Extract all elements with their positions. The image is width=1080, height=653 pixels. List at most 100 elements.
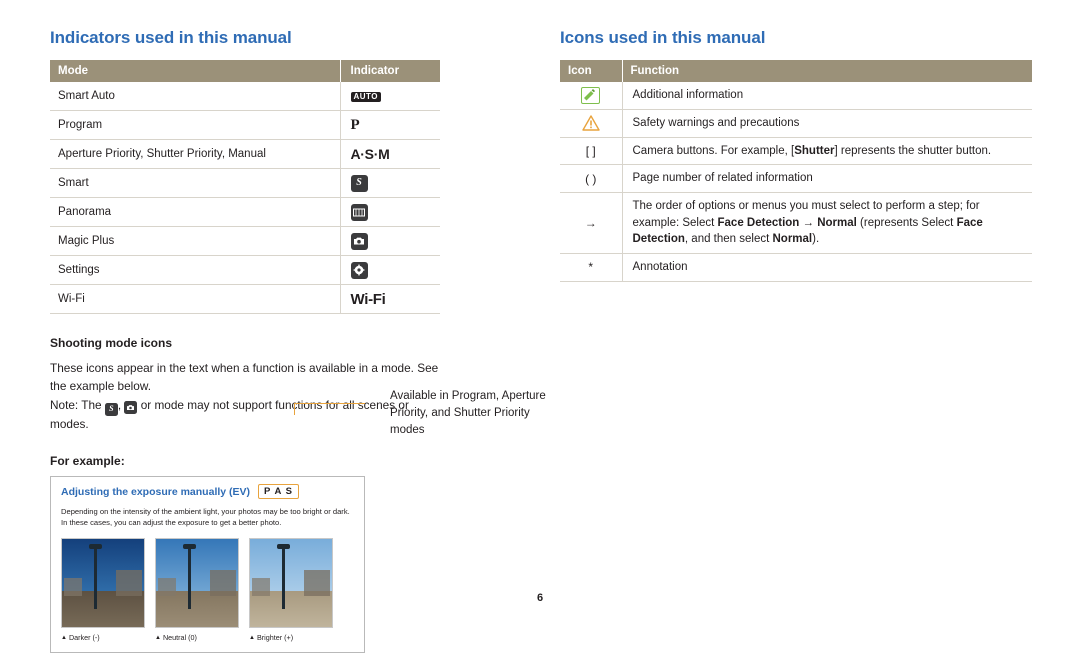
indicator-cell: P bbox=[339, 110, 440, 140]
mode-label: Settings bbox=[50, 255, 340, 285]
column-header-mode: Mode bbox=[50, 60, 340, 82]
function-text: Camera buttons. For example, [Shutter] r… bbox=[622, 137, 1032, 166]
callout-leader-tick bbox=[294, 403, 295, 415]
program-icon: P bbox=[350, 116, 360, 133]
panorama-mode-icon bbox=[350, 203, 368, 221]
indicator-cell bbox=[339, 255, 440, 285]
shooting-mode-note: Note: The S, or mode may not support fun… bbox=[50, 397, 440, 433]
example-thumbnails: ▲ Darker (-) ▲ Neutral (0) ▲ Brighter (+… bbox=[61, 537, 354, 642]
note-icon bbox=[560, 82, 623, 110]
page-number: 6 bbox=[536, 592, 544, 604]
triangle-icon: ▲ bbox=[155, 634, 161, 641]
settings-gear-icon bbox=[350, 261, 368, 279]
thumbnail-caption: ▲ Neutral (0) bbox=[155, 633, 237, 642]
function-text: Additional information bbox=[622, 82, 1032, 110]
lamp-head bbox=[277, 543, 290, 549]
table-row: Smart S bbox=[50, 168, 440, 198]
right-column: Icons used in this manual Icon Function bbox=[560, 28, 1032, 282]
example-description: Depending on the intensity of the ambien… bbox=[61, 506, 350, 527]
indicator-cell: S bbox=[339, 168, 440, 198]
table-row: Wi-Fi Wi-Fi bbox=[50, 284, 440, 314]
thumbnail-image bbox=[61, 537, 145, 628]
pas-mode-badge: P A S bbox=[258, 483, 299, 499]
callout-leader-line bbox=[295, 403, 365, 404]
shooting-mode-icons-text: These icons appear in the text when a fu… bbox=[50, 361, 439, 393]
smart-mode-icon: S bbox=[350, 174, 368, 192]
magic-plus-mode-icon bbox=[350, 232, 368, 250]
arrow-right-icon: → bbox=[560, 192, 623, 255]
function-part: → bbox=[799, 216, 818, 229]
thumbnail-brighter: ▲ Brighter (+) bbox=[249, 537, 333, 642]
function-part: ). bbox=[812, 233, 820, 246]
page-title-indicators: Indicators used in this manual bbox=[50, 28, 292, 47]
page-title-icons: Icons used in this manual bbox=[560, 28, 766, 47]
triangle-icon: ▲ bbox=[249, 634, 255, 641]
column-header-icon: Icon bbox=[560, 60, 622, 82]
warning-icon bbox=[560, 109, 623, 138]
mode-label: Smart bbox=[50, 168, 340, 198]
indicator-cell: A·S·M bbox=[339, 139, 440, 169]
brackets-icon: [ ] bbox=[560, 137, 623, 166]
thumbnail-neutral: ▲ Neutral (0) bbox=[155, 537, 239, 642]
indicator-cell bbox=[339, 226, 440, 256]
caption-text: Brighter (+) bbox=[256, 632, 294, 642]
smart-auto-icon: AUTO bbox=[350, 91, 382, 103]
mode-label: Magic Plus bbox=[50, 226, 340, 256]
mode-label: Wi-Fi bbox=[50, 284, 340, 314]
example-title: Adjusting the exposure manually (EV) bbox=[61, 486, 251, 499]
parentheses-icon: ( ) bbox=[560, 164, 623, 194]
table-row: ( ) Page number of related information bbox=[560, 164, 1032, 194]
indicator-cell: AUTO bbox=[339, 82, 440, 111]
asterisk-icon: * bbox=[560, 253, 623, 282]
example-title-row: Adjusting the exposure manually (EV) P A… bbox=[61, 483, 354, 500]
caption-text: Darker (-) bbox=[68, 632, 100, 642]
asm-icon: A·S·M bbox=[350, 146, 390, 162]
column-header-function: Function bbox=[621, 60, 1032, 82]
table-header-row: Mode Indicator bbox=[50, 60, 440, 82]
table-header-row: Icon Function bbox=[560, 60, 1032, 82]
caption-text: Neutral (0) bbox=[162, 632, 197, 642]
function-bold-part: Normal bbox=[772, 233, 813, 246]
triangle-icon: ▲ bbox=[61, 634, 67, 641]
function-text: The order of options or menus you must s… bbox=[622, 192, 1032, 255]
table-row: Settings bbox=[50, 255, 440, 285]
lamp-head bbox=[89, 543, 102, 549]
mode-label: Panorama bbox=[50, 197, 340, 227]
indicator-cell: Wi-Fi bbox=[339, 284, 440, 314]
for-example-heading: For example: bbox=[50, 453, 125, 468]
column-header-indicator: Indicator bbox=[339, 60, 440, 82]
thumbnail-caption: ▲ Darker (-) bbox=[61, 633, 143, 642]
wifi-icon: Wi-Fi bbox=[350, 290, 386, 308]
function-part: , and then select bbox=[684, 233, 773, 246]
left-column: Indicators used in this manual Mode Indi… bbox=[50, 28, 440, 653]
indicators-table: Mode Indicator Smart Auto AUTO Program P bbox=[50, 60, 440, 314]
function-bold-part: Normal bbox=[817, 216, 857, 229]
table-row: Additional information bbox=[560, 82, 1032, 110]
function-text: Annotation bbox=[622, 253, 1032, 282]
function-part: Camera buttons. For example, [ bbox=[632, 144, 795, 157]
thumbnail-darker: ▲ Darker (-) bbox=[61, 537, 145, 642]
thumbnail-image bbox=[249, 537, 333, 628]
note-prefix: Note: The bbox=[50, 398, 105, 413]
indicator-cell bbox=[339, 197, 440, 227]
callout-text: Available in Program, Aperture Priority,… bbox=[390, 390, 546, 437]
document-page: Indicators used in this manual Mode Indi… bbox=[0, 0, 1080, 653]
smart-mode-inline-icon: S bbox=[104, 402, 118, 416]
function-text: Safety warnings and precautions bbox=[622, 109, 1032, 138]
example-box: Adjusting the exposure manually (EV) P A… bbox=[50, 475, 365, 653]
function-bold-part: Face Detection bbox=[717, 216, 800, 229]
lamp-head bbox=[183, 543, 196, 549]
magic-plus-inline-icon bbox=[124, 401, 138, 415]
function-part: ] represents the shutter button. bbox=[834, 144, 992, 157]
table-row: Aperture Priority, Shutter Priority, Man… bbox=[50, 139, 440, 169]
mode-label: Smart Auto bbox=[50, 82, 340, 111]
thumbnail-caption: ▲ Brighter (+) bbox=[249, 633, 331, 642]
icons-table: Icon Function Additional information Saf… bbox=[560, 60, 1032, 282]
function-text: Page number of related information bbox=[622, 164, 1032, 194]
thumbnail-image bbox=[155, 537, 239, 628]
table-row: Program P bbox=[50, 110, 440, 140]
table-row: Safety warnings and precautions bbox=[560, 109, 1032, 138]
shooting-mode-icons-heading: Shooting mode icons bbox=[50, 336, 172, 350]
table-row: * Annotation bbox=[560, 253, 1032, 282]
table-row: → The order of options or menus you must… bbox=[560, 192, 1032, 255]
